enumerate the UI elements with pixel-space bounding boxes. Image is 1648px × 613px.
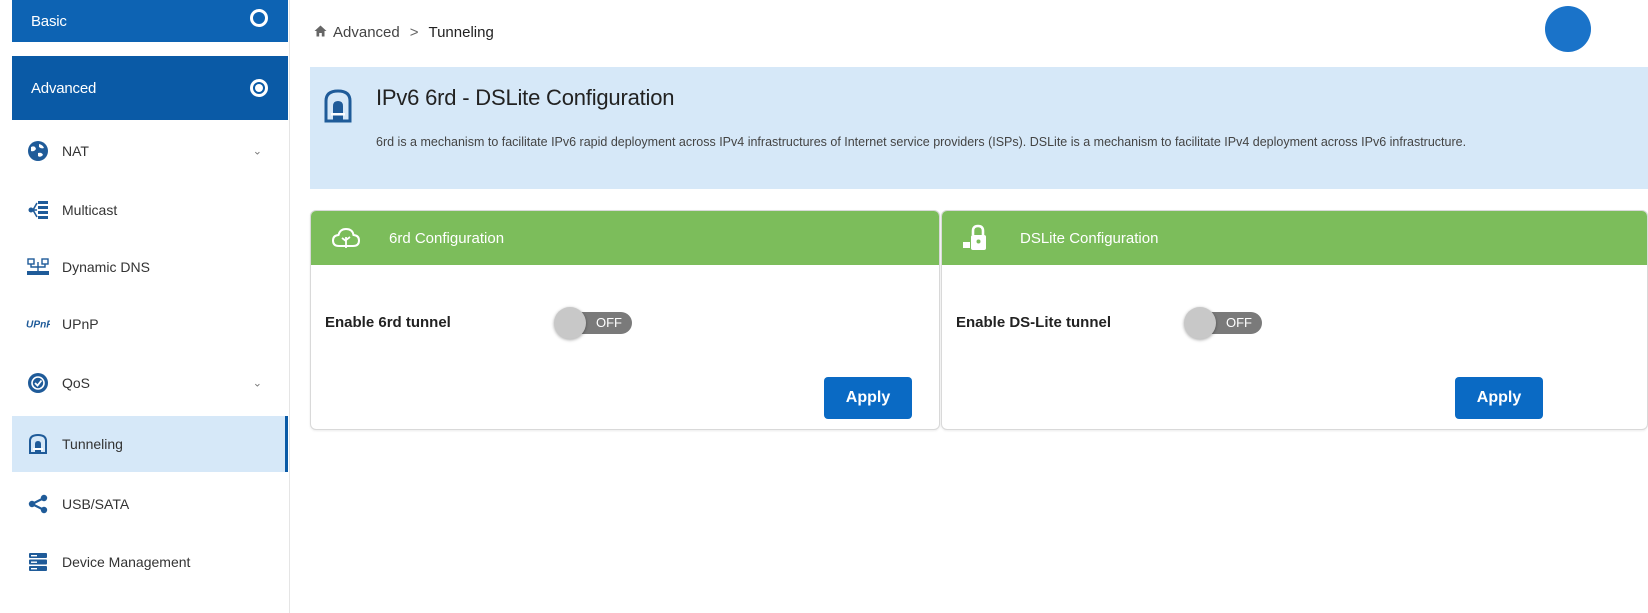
sixrd-config-card: 6rd Configuration Enable 6rd tunnel OFF … xyxy=(310,210,940,430)
toggle-state: OFF xyxy=(1226,315,1252,330)
breadcrumb-root[interactable]: Advanced xyxy=(333,24,400,41)
sidebar-item-label: Tunneling xyxy=(62,436,123,452)
nav-basic[interactable]: Basic xyxy=(12,0,288,42)
tunnel-icon xyxy=(324,89,352,123)
upnp-icon: UPnP xyxy=(26,312,50,336)
nav-advanced[interactable]: Advanced xyxy=(12,56,288,120)
dslite-config-card: DSLite Configuration Enable DS-Lite tunn… xyxy=(941,210,1648,430)
nav-advanced-label: Advanced xyxy=(31,79,97,97)
page-description: 6rd is a mechanism to facilitate IPv6 ra… xyxy=(376,135,1467,149)
sidebar-item-label: USB/SATA xyxy=(62,496,130,512)
card-title: DSLite Configuration xyxy=(1020,229,1159,247)
card-title: 6rd Configuration xyxy=(389,229,505,247)
toggle-state: OFF xyxy=(596,315,622,330)
sidebar-item-label: NAT xyxy=(62,143,89,159)
apply-6rd-button[interactable]: Apply xyxy=(824,377,912,419)
enable-dslite-label: Enable DS-Lite tunnel xyxy=(956,314,1112,331)
cloud-icon xyxy=(329,223,363,253)
svg-text:UPnP: UPnP xyxy=(26,320,50,331)
server-icon xyxy=(26,550,50,574)
page-title: IPv6 6rd - DSLite Configuration xyxy=(376,85,675,110)
card-header: 6rd Configuration xyxy=(311,211,939,265)
toggle-knob xyxy=(1184,307,1216,339)
toggle-knob xyxy=(554,307,586,339)
sidebar-item-label: Dynamic DNS xyxy=(62,259,150,275)
breadcrumb-current: Tunneling xyxy=(428,24,494,41)
dns-icon xyxy=(26,255,50,279)
home-icon[interactable] xyxy=(314,24,327,41)
qos-icon xyxy=(26,371,50,395)
share-icon xyxy=(26,492,50,516)
sidebar-item-qos[interactable]: QoS ⌄ xyxy=(12,355,288,411)
sidebar-item-label: QoS xyxy=(62,375,91,391)
chevron-down-icon[interactable]: ⌄ xyxy=(253,377,262,390)
sidebar-item-label: UPnP xyxy=(62,316,99,332)
sidebar-item-device-management[interactable]: Device Management xyxy=(12,534,288,590)
radio-selected-icon xyxy=(250,79,268,97)
breadcrumb: Advanced > Tunneling xyxy=(314,24,494,41)
enable-dslite-toggle[interactable]: OFF xyxy=(1184,307,1264,339)
sidebar-item-usb-sata[interactable]: USB/SATA xyxy=(12,476,288,532)
apply-dslite-button[interactable]: Apply xyxy=(1455,377,1543,419)
sidebar-item-multicast[interactable]: Multicast xyxy=(12,182,288,238)
sidebar: Basic Advanced NAT ⌄ Multicast Dynamic D… xyxy=(0,0,290,613)
enable-6rd-toggle[interactable]: OFF xyxy=(554,307,634,339)
breadcrumb-separator: > xyxy=(409,24,419,41)
info-banner: IPv6 6rd - DSLite Configuration 6rd is a… xyxy=(310,67,1648,189)
nav-basic-label: Basic xyxy=(31,13,67,30)
card-header: DSLite Configuration xyxy=(942,211,1647,265)
lock-icon xyxy=(960,223,994,253)
sidebar-item-upnp[interactable]: UPnP UPnP xyxy=(12,296,288,352)
sidebar-item-label: Multicast xyxy=(62,202,118,218)
avatar[interactable] xyxy=(1545,6,1591,52)
chevron-down-icon[interactable]: ⌄ xyxy=(253,145,262,158)
sidebar-item-nat[interactable]: NAT ⌄ xyxy=(12,123,288,179)
sidebar-item-tunneling[interactable]: Tunneling xyxy=(12,416,288,472)
sidebar-item-dynamic-dns[interactable]: Dynamic DNS xyxy=(12,239,288,295)
globe-icon xyxy=(26,139,50,163)
radio-icon xyxy=(250,9,268,27)
multicast-icon xyxy=(26,198,50,222)
tunnel-icon xyxy=(26,432,50,456)
enable-6rd-label: Enable 6rd tunnel xyxy=(325,314,451,331)
sidebar-item-label: Device Management xyxy=(62,554,191,570)
